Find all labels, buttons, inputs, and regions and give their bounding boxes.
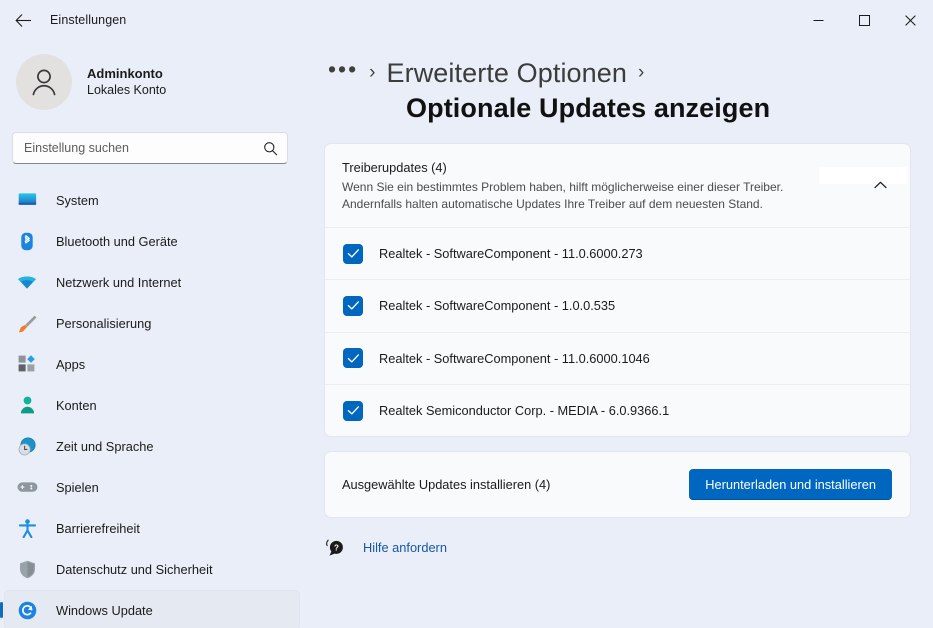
minimize-button[interactable] (795, 0, 841, 40)
table-row[interactable]: Realtek - SoftwareComponent - 11.0.6000.… (325, 227, 910, 279)
sidebar-item-label: Zeit und Sprache (56, 438, 154, 454)
account-text: Adminkonto Lokales Konto (87, 65, 166, 99)
window-controls (795, 0, 933, 40)
update-checkbox[interactable] (343, 243, 363, 264)
update-checkbox[interactable] (343, 400, 363, 421)
svg-text:?: ? (333, 543, 338, 552)
sidebar: Adminkonto Lokales Konto Einstellung suc… (0, 40, 310, 628)
collapse-toggle-button[interactable] (864, 169, 896, 201)
avatar (16, 54, 72, 110)
install-updates-card: Ausgewählte Updates installieren (4) Her… (324, 451, 911, 519)
driver-updates-description-line-2: Andernfalls halten automatische Updates … (342, 197, 763, 211)
install-updates-label: Ausgewählte Updates installieren (4) (342, 477, 551, 493)
bluetooth-icon (16, 231, 38, 251)
account-subtitle: Lokales Konto (87, 83, 167, 97)
clock-globe-icon (16, 436, 38, 456)
sidebar-item-privacy-security[interactable]: Datenschutz und Sicherheit (4, 549, 300, 590)
checkmark-icon (347, 249, 359, 258)
back-button[interactable] (6, 5, 40, 35)
close-icon (904, 14, 916, 26)
sidebar-item-label: Spielen (56, 479, 99, 495)
main-content: ••• › Erweiterte Optionen › Optionale Up… (310, 40, 933, 628)
sidebar-item-label: Barrierefreiheit (56, 520, 140, 536)
sidebar-item-label: Windows Update (56, 602, 153, 618)
driver-updates-header[interactable]: Treiberupdates (4) Wenn Sie ein bestimmt… (325, 144, 910, 227)
account-summary[interactable]: Adminkonto Lokales Konto (0, 40, 310, 112)
search-input[interactable] (24, 141, 263, 155)
update-label: Realtek - SoftwareComponent - 11.0.6000.… (379, 246, 643, 262)
paintbrush-icon (16, 313, 38, 333)
update-checkbox[interactable] (343, 295, 363, 316)
sidebar-item-label: Datenschutz und Sicherheit (56, 561, 213, 577)
update-checkbox[interactable] (343, 348, 363, 369)
sidebar-item-label: System (56, 192, 99, 208)
sidebar-item-bluetooth[interactable]: Bluetooth und Geräte (4, 221, 300, 262)
shield-icon (16, 559, 38, 579)
windows-update-icon (16, 600, 38, 620)
table-row[interactable]: Realtek - SoftwareComponent - 11.0.6000.… (325, 331, 910, 384)
accounts-person-icon (16, 395, 38, 415)
breadcrumb: ••• › Erweiterte Optionen › (310, 51, 915, 95)
page-title: Optionale Updates anzeigen (406, 93, 771, 123)
sidebar-item-accounts[interactable]: Konten (4, 385, 300, 426)
update-label: Realtek Semiconductor Corp. - MEDIA - 6.… (379, 403, 670, 419)
sidebar-item-apps[interactable]: Apps (4, 344, 300, 385)
request-help-link[interactable]: Hilfe anfordern (363, 540, 447, 555)
help-row: ? Hilfe anfordern (310, 535, 915, 559)
sidebar-item-system[interactable]: System (4, 180, 300, 221)
driver-updates-description-line-1: Wenn Sie ein bestimmtes Problem haben, h… (342, 180, 784, 194)
wifi-icon (16, 272, 38, 292)
sidebar-item-label: Netzwerk und Internet (56, 274, 182, 290)
sidebar-item-time-language[interactable]: Zeit und Sprache (4, 426, 300, 467)
close-button[interactable] (887, 0, 933, 40)
account-name: Adminkonto (87, 66, 163, 81)
title-bar: Einstellungen (0, 0, 933, 40)
driver-updates-card: Treiberupdates (4) Wenn Sie ein bestimmt… (324, 143, 911, 438)
accessibility-person-icon (16, 518, 38, 538)
sidebar-item-accessibility[interactable]: Barrierefreiheit (4, 508, 300, 549)
update-label: Realtek - SoftwareComponent - 11.0.6000.… (379, 350, 650, 366)
person-icon (32, 69, 56, 96)
monitor-icon (16, 190, 38, 210)
driver-updates-header-text: Treiberupdates (4) Wenn Sie ein bestimmt… (342, 159, 864, 213)
breadcrumb-separator-icon: › (638, 62, 645, 83)
checkmark-icon (347, 353, 359, 363)
gamepad-icon (16, 477, 38, 497)
sidebar-item-windows-update[interactable]: Windows Update (4, 589, 300, 628)
breadcrumb-parent-link[interactable]: Erweiterte Optionen (387, 58, 628, 89)
checkmark-icon (347, 406, 359, 415)
window-body: Adminkonto Lokales Konto Einstellung suc… (0, 40, 933, 628)
sidebar-item-personalization[interactable]: Personalisierung (4, 303, 300, 344)
download-and-install-button[interactable]: Herunterladen und installieren (689, 469, 892, 501)
chevron-up-icon (873, 181, 887, 189)
minimize-icon (813, 19, 823, 21)
search-icon (263, 141, 279, 156)
breadcrumb-overflow-button[interactable]: ••• (328, 57, 358, 83)
sidebar-item-label: Bluetooth und Geräte (56, 233, 178, 249)
sidebar-item-label: Apps (56, 356, 86, 372)
sidebar-item-network[interactable]: Netzwerk und Internet (4, 262, 300, 303)
window-title: Einstellungen (50, 13, 127, 27)
maximize-button[interactable] (841, 0, 887, 40)
table-row[interactable]: Realtek - SoftwareComponent - 1.0.0.535 (325, 279, 910, 331)
breadcrumb-separator-icon: › (369, 62, 376, 83)
sidebar-item-label: Konten (56, 397, 97, 413)
table-row[interactable]: Realtek Semiconductor Corp. - MEDIA - 6.… (325, 383, 910, 436)
sidebar-nav: System Bluetooth und Geräte Netzwerk und… (0, 180, 310, 628)
driver-updates-title: Treiberupdates (4) (342, 160, 447, 175)
apps-icon (16, 354, 38, 374)
update-label: Realtek - SoftwareComponent - 1.0.0.535 (379, 298, 616, 314)
back-arrow-icon (14, 13, 31, 27)
help-bubble-icon: ? (320, 535, 350, 559)
sidebar-item-gaming[interactable]: Spielen (4, 467, 300, 508)
sidebar-item-label: Personalisierung (56, 315, 152, 331)
search-box[interactable] (12, 132, 288, 164)
settings-window: Einstellungen Adminkonto Lokales Konto E… (0, 0, 933, 628)
checkmark-icon (347, 301, 359, 311)
maximize-icon (858, 14, 870, 26)
